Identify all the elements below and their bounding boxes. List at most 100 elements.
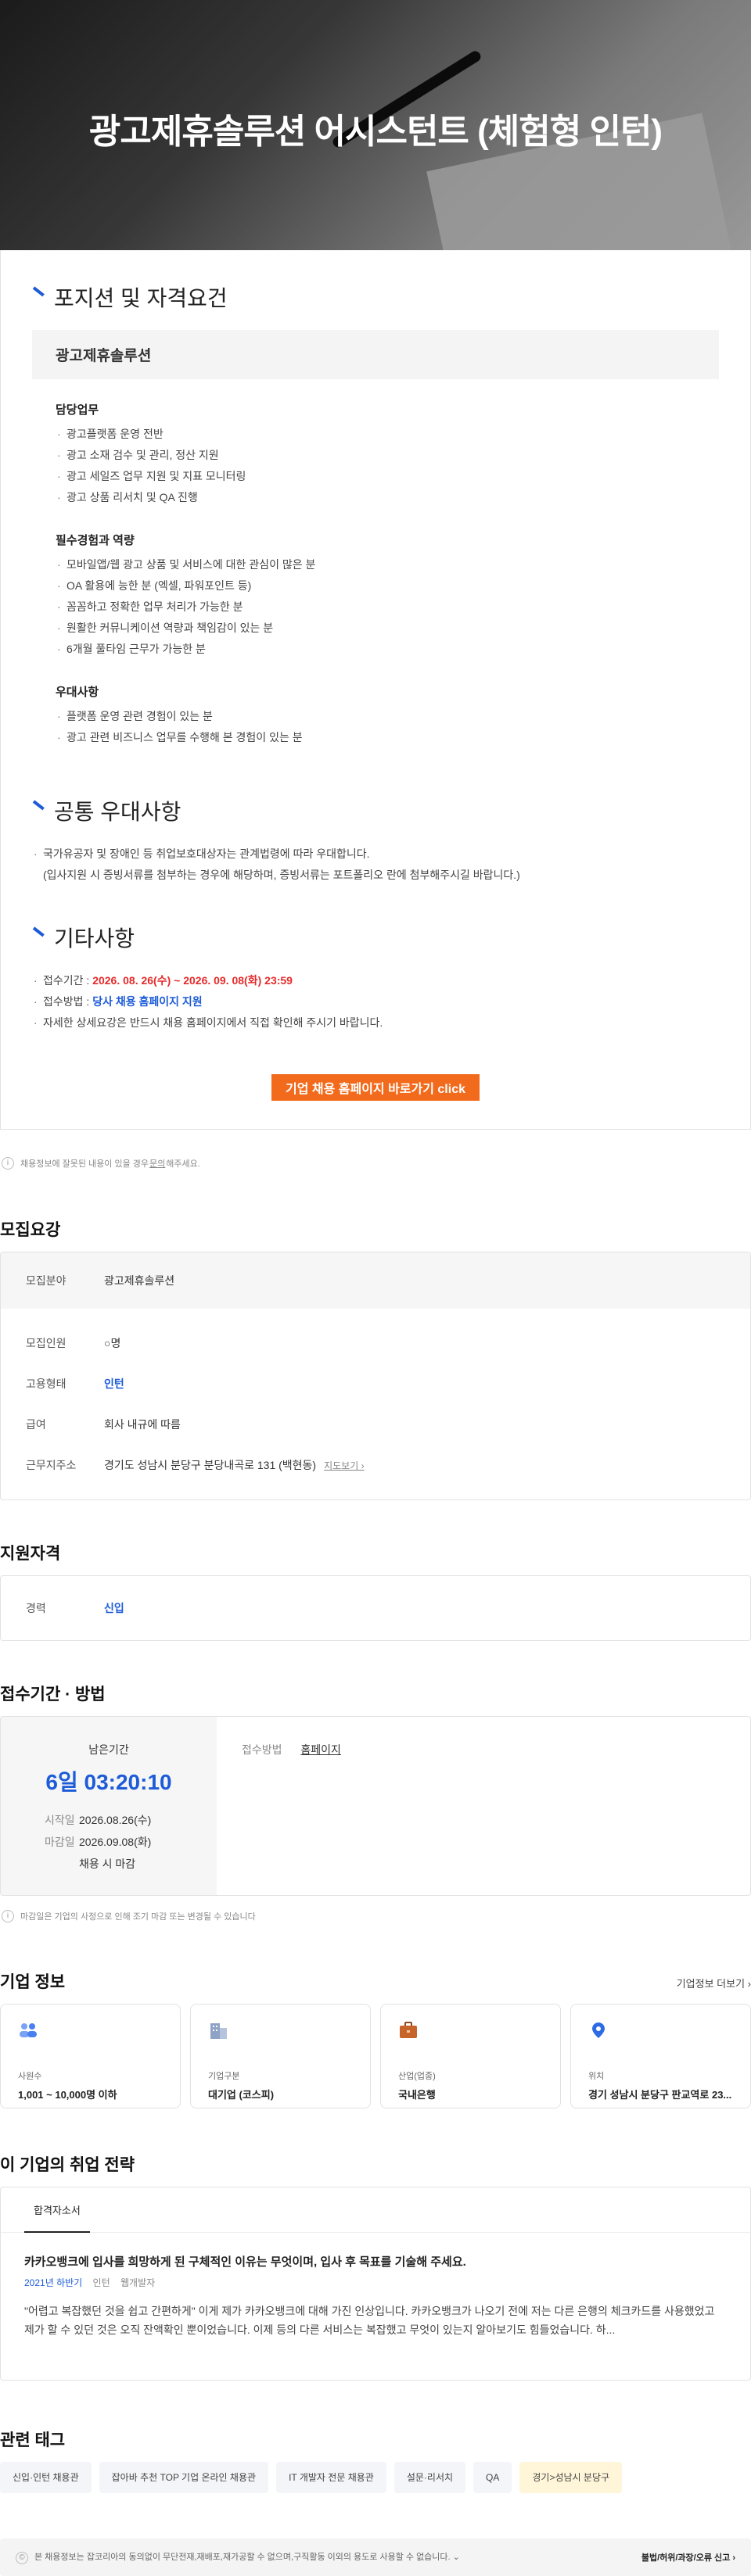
footer-bar: © 본 채용정보는 잡코리아의 동의없이 무단전재,재배포,재가공할 수 없으며,… <box>0 2538 751 2576</box>
required-group: 필수경험과 역량 모바일앱/웹 광고 상품 및 서비스에 대한 관심이 많은 분… <box>32 532 719 660</box>
remaining-label: 남은기간 <box>88 1743 129 1756</box>
company-location-value: 경기 성남시 분당구 판교역로 23... <box>588 2089 732 2101</box>
tag-item[interactable]: 설문·리서치 <box>393 2462 466 2493</box>
company-title: 기업 정보 <box>0 1973 66 1991</box>
strategy-tabbar: 합격자소서 <box>1 2187 750 2233</box>
company-header: 기업 정보 기업정보 더보기 › <box>0 1969 751 1993</box>
type-value: 인턴 <box>104 1378 124 1390</box>
countdown: 6일 03:20:10 <box>45 1770 172 1794</box>
etc-note: 자세한 상세요강은 반드시 채용 홈페이지에서 직접 확인해 주시기 바랍니다. <box>32 1012 719 1034</box>
people-icon <box>20 2023 37 2037</box>
company-location-label: 위치 <box>588 2072 605 2081</box>
strategy-year: 2021년 하반기 <box>24 2277 83 2288</box>
location-label: 근무지주소 <box>26 1459 77 1471</box>
salary-label: 급여 <box>26 1418 46 1431</box>
briefcase-icon <box>400 2022 417 2038</box>
strategy-answer: "어렵고 복잡했던 것을 쉽고 간편하게" 이게 제가 카카오뱅크에 대해 가진… <box>24 2305 715 2336</box>
apply-box: 남은기간 6일 03:20:10 시작일 2026.08.26(수) 마감일 2… <box>0 1716 751 1896</box>
etc-method-value: 당사 채용 홈페이지 지원 <box>92 995 203 1008</box>
recruit-table: 모집분야 광고제휴솔루션 모집인원 ○명 고용형태 인턴 급여 회사 내규에 따… <box>0 1252 751 1500</box>
map-view-link[interactable]: 지도보기 › <box>324 1459 365 1472</box>
field-value: 광고제휴솔루션 <box>104 1274 175 1287</box>
method-panel: 접수방법 홈페이지 <box>217 1717 341 1895</box>
field-label: 모집분야 <box>26 1274 66 1287</box>
strategy-question: 카카오뱅크에 입사를 희망하게 된 구체적인 이유는 무엇이며, 입사 후 목표… <box>24 2255 466 2269</box>
common-preference-list: 국가유공자 및 장애인 등 취업보호대상자는 관계법령에 따라 우대합니다. (… <box>32 844 719 886</box>
tag-item[interactable]: 잡아바 추천 TOP 기업 온라인 채용관 <box>99 2462 269 2493</box>
deadline-notice: i 마감일은 기업의 사정으로 인해 조기 마감 또는 변경될 수 있습니다 <box>0 1896 751 1927</box>
etc-period-value: 2026. 08. 26(수) ~ 2026. 09. 08(화) 23:59 <box>92 974 293 987</box>
method-label: 접수방법 <box>242 1743 282 1756</box>
recruit-location-row: 근무지주소 경기도 성남시 분당구 분당내곡로 131 (백현동) 지도보기 › <box>1 1445 750 1485</box>
preferred-item: 광고 관련 비즈니스 업무를 수행해 본 경험이 있는 분 <box>56 727 719 748</box>
recruit-type-row: 고용형태 인턴 <box>1 1363 750 1404</box>
industry-label: 산업(업종) <box>398 2072 436 2081</box>
inquiry-link[interactable]: 문의 <box>149 1157 165 1170</box>
etc-method: 접수방법 : 당사 채용 홈페이지 지원 <box>32 991 719 1012</box>
end-note-row: 채용 시 마감 <box>1 1853 217 1875</box>
etc-list: 접수기간 : 2026. 08. 26(수) ~ 2026. 09. 08(화)… <box>32 970 719 1034</box>
preferred-group: 우대사항 플랫폼 운영 관련 경험이 있는 분 광고 관련 비즈니스 업무를 수… <box>32 683 719 748</box>
recruit-salary-row: 급여 회사 내규에 따름 <box>1 1404 750 1445</box>
tag-item-location[interactable]: 경기>성남시 분당구 <box>519 2462 623 2493</box>
report-link[interactable]: 불법/허위/과장/오류 신고 › <box>641 2551 735 2563</box>
tags-title: 관련 태그 <box>0 2431 66 2449</box>
hero-banner: 광고제휴솔루션 어시스턴트 (체험형 인턴) <box>0 0 751 250</box>
company-homepage-button[interactable]: 기업 채용 홈페이지 바로가기 click <box>271 1074 480 1101</box>
etc-period: 접수기간 : 2026. 08. 26(수) ~ 2026. 09. 08(화)… <box>32 970 719 991</box>
company-type-value: 대기업 (코스피) <box>208 2089 275 2101</box>
tab-cover-letter[interactable]: 합격자소서 <box>24 2187 90 2233</box>
building-icon <box>210 2023 227 2039</box>
career-row: 경력 신입 <box>1 1576 750 1640</box>
employees-value: 1,001 ~ 10,000명 이하 <box>18 2089 117 2101</box>
company-cards: 사원수 1,001 ~ 10,000명 이하 기업구분 대기업 (코스피) 산업… <box>0 2004 751 2108</box>
strategy-job: 웹개발자 <box>120 2277 156 2288</box>
end-label: 마감일 <box>45 1836 75 1848</box>
deadline-notice-text: 마감일은 기업의 사정으로 인해 조기 마감 또는 변경될 수 있습니다 <box>20 1912 256 1922</box>
remaining-panel: 남은기간 6일 03:20:10 시작일 2026.08.26(수) 마감일 2… <box>1 1717 217 1895</box>
strategy-title: 이 기업의 취업 전략 <box>0 2156 135 2174</box>
tag-item[interactable]: QA <box>473 2462 512 2493</box>
company-more-link[interactable]: 기업정보 더보기 › <box>677 1976 751 1990</box>
end-note: 채용 시 마감 <box>79 1858 136 1870</box>
duty-item: 광고플랫폼 운영 전반 <box>56 424 719 445</box>
strategy-entry[interactable]: 카카오뱅크에 입사를 희망하게 된 구체적인 이유는 무엇이며, 입사 후 목표… <box>1 2233 750 2339</box>
career-value: 신입 <box>104 1602 124 1614</box>
industry-value: 국내은행 <box>398 2089 436 2101</box>
common-preference-line: 국가유공자 및 장애인 등 취업보호대상자는 관계법령에 따라 우대합니다. <box>32 844 719 865</box>
etc-period-label: 접수기간 : <box>43 974 93 987</box>
common-preference-note: (입사지원 시 증빙서류를 첨부하는 경우에 해당하며, 증빙서류는 포트폴리오… <box>43 869 520 881</box>
cta-wrapper: 기업 채용 홈페이지 바로가기 click <box>32 1074 719 1101</box>
strategy-meta: 2021년 하반기 인턴 웹개발자 <box>24 2276 727 2289</box>
required-item: 모바일앱/웹 광고 상품 및 서비스에 대한 관심이 많은 분 <box>56 554 719 575</box>
method-link[interactable]: 홈페이지 <box>300 1743 341 1756</box>
duty-item: 광고 상품 리서치 및 QA 진행 <box>56 487 719 508</box>
tag-item[interactable]: IT 개발자 전문 채용관 <box>276 2462 386 2493</box>
etc-heading: 기타사항 <box>32 922 719 953</box>
duties-group: 담당업무 광고플랫폼 운영 전반 광고 소재 검수 및 관리, 정산 지원 광고… <box>32 401 719 508</box>
company-type-label: 기업구분 <box>208 2072 240 2081</box>
recruit-field-row: 모집분야 광고제휴솔루션 <box>1 1252 750 1309</box>
required-item: 원활한 커뮤니케이션 역량과 책임감이 있는 분 <box>56 618 719 639</box>
common-preference-heading: 공통 우대사항 <box>32 795 719 826</box>
qualification-table: 경력 신입 <box>0 1575 751 1641</box>
notice-prefix: 채용정보에 잘못된 내용이 있을 경우 <box>20 1159 149 1169</box>
company-card-industry: 산업(업종) 국내은행 <box>380 2004 561 2108</box>
recruit-title: 모집요강 <box>0 1221 61 1239</box>
job-detail-card: 포지션 및 자격요건 광고제휴솔루션 담당업무 광고플랫폼 운영 전반 광고 소… <box>0 250 751 1130</box>
career-label: 경력 <box>26 1602 46 1614</box>
tag-item[interactable]: 신입·인턴 채용관 <box>0 2462 92 2493</box>
copyright-text: 본 채용정보는 잡코리아의 동의없이 무단전재,재배포,재가공할 수 없으며,구… <box>34 2553 451 2562</box>
company-card-type: 기업구분 대기업 (코스피) <box>190 2004 371 2108</box>
end-date-row: 마감일 2026.09.08(화) <box>1 1831 217 1853</box>
duty-item: 광고 세일즈 업무 지원 및 지표 모니터링 <box>56 466 719 487</box>
job-title: 광고제휴솔루션 어시스턴트 (체험형 인턴) <box>88 113 663 151</box>
company-card-location: 위치 경기 성남시 분당구 판교역로 23... <box>570 2004 751 2108</box>
preferred-item: 플랫폼 운영 관련 경험이 있는 분 <box>56 706 719 727</box>
tag-list: 신입·인턴 채용관 잡아바 추천 TOP 기업 온라인 채용관 IT 개발자 전… <box>0 2462 751 2493</box>
start-date-row: 시작일 2026.08.26(수) <box>1 1809 217 1831</box>
notice-suffix: 해주세요. <box>166 1159 200 1169</box>
position-heading: 포지션 및 자격요건 <box>32 281 719 313</box>
position-name: 광고제휴솔루션 <box>32 330 719 379</box>
copyright-notice[interactable]: © 본 채용정보는 잡코리아의 동의없이 무단전재,재배포,재가공할 수 없으며,… <box>16 2550 460 2564</box>
